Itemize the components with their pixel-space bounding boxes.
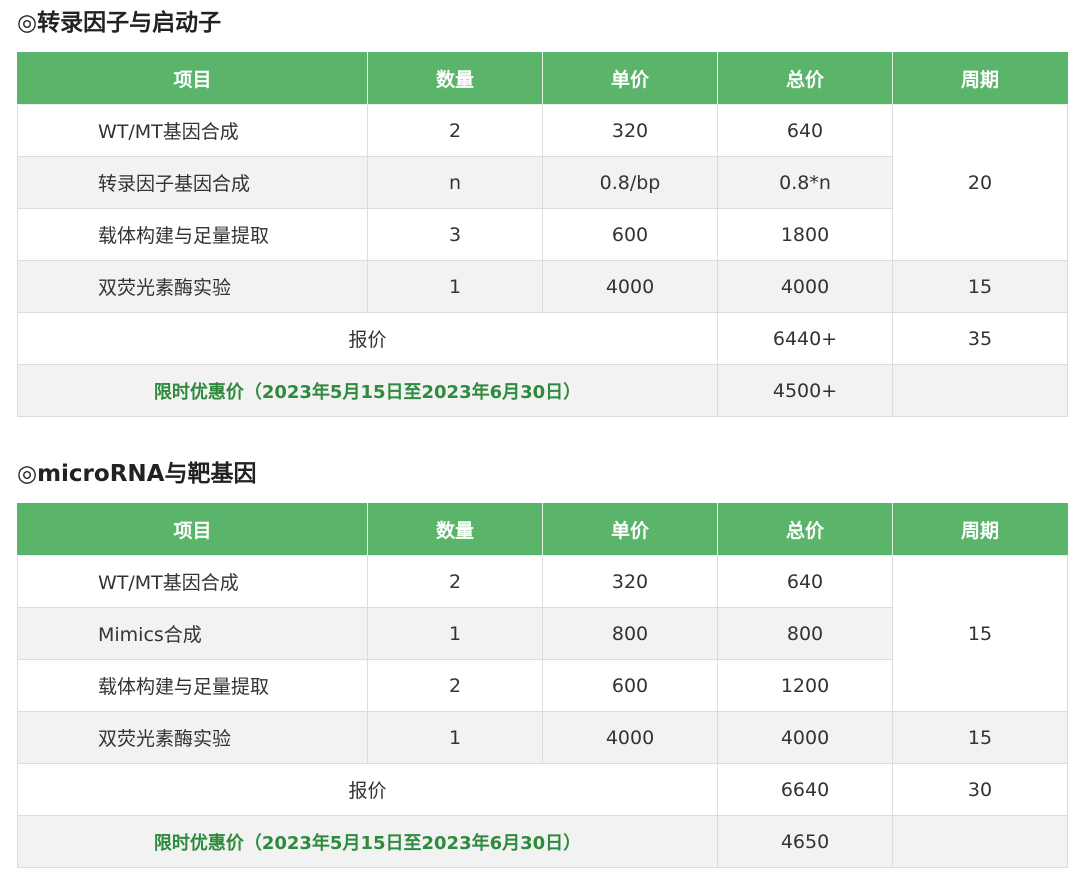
cycle-cell: 20 <box>892 104 1068 261</box>
section-title-microrna: ◎microRNA与靶基因 <box>17 461 257 487</box>
unit-price-cell: 600 <box>542 208 718 261</box>
table-row: 双荧光素酶实验 1 4000 4000 15 <box>17 260 1068 313</box>
cycle-cell: 15 <box>892 711 1068 764</box>
quantity-cell: 1 <box>367 711 543 764</box>
quote-total: 6640 <box>717 763 893 816</box>
table-header-row: 项目 数量 单价 总价 周期 <box>17 503 1068 556</box>
quantity-cell: 1 <box>367 607 543 660</box>
unit-price-cell: 4000 <box>542 260 718 313</box>
promo-row: 限时优惠价（2023年5月15日至2023年6月30日） 4500+ <box>17 364 1068 417</box>
table-row: WT/MT基因合成 2 320 640 20 <box>17 104 1068 261</box>
unit-price-cell: 800 <box>542 607 718 660</box>
quote-label: 报价 <box>17 763 718 816</box>
header-cycle: 周期 <box>892 52 1068 105</box>
item-cell: WT/MT基因合成 <box>17 555 368 608</box>
quantity-cell: 2 <box>367 659 543 712</box>
item-cell: Mimics合成 <box>17 607 368 660</box>
section-title-transcription-factor: ◎转录因子与启动子 <box>17 10 222 36</box>
table-header-row: 项目 数量 单价 总价 周期 <box>17 52 1068 105</box>
total-price-cell: 640 <box>717 104 893 157</box>
quantity-cell: 2 <box>367 104 543 157</box>
header-item: 项目 <box>17 52 368 105</box>
cycle-cell: 15 <box>892 555 1068 712</box>
cycle-cell: 15 <box>892 260 1068 313</box>
quantity-cell: n <box>367 156 543 209</box>
price-table-transcription-factor: 项目 数量 单价 总价 周期 WT/MT基因合成 2 320 640 20 转录… <box>17 52 1068 417</box>
quote-label: 报价 <box>17 312 718 365</box>
quote-total: 6440+ <box>717 312 893 365</box>
header-cycle: 周期 <box>892 503 1068 556</box>
header-total-price: 总价 <box>717 503 893 556</box>
table-row: 双荧光素酶实验 1 4000 4000 15 <box>17 711 1068 764</box>
unit-price-cell: 4000 <box>542 711 718 764</box>
header-unit-price: 单价 <box>542 52 718 105</box>
total-price-cell: 800 <box>717 607 893 660</box>
header-quantity: 数量 <box>367 52 543 105</box>
unit-price-cell: 320 <box>542 555 718 608</box>
item-cell: 载体构建与足量提取 <box>17 208 368 261</box>
item-cell: 载体构建与足量提取 <box>17 659 368 712</box>
promo-total: 4500+ <box>717 364 893 417</box>
quote-row: 报价 6640 30 <box>17 763 1068 816</box>
header-item: 项目 <box>17 503 368 556</box>
table-row: WT/MT基因合成 2 320 640 15 <box>17 555 1068 712</box>
unit-price-cell: 0.8/bp <box>542 156 718 209</box>
item-cell: WT/MT基因合成 <box>17 104 368 157</box>
quantity-cell: 1 <box>367 260 543 313</box>
promo-cycle <box>892 815 1068 868</box>
promo-cycle <box>892 364 1068 417</box>
total-price-cell: 4000 <box>717 711 893 764</box>
quantity-cell: 3 <box>367 208 543 261</box>
unit-price-cell: 600 <box>542 659 718 712</box>
quantity-cell: 2 <box>367 555 543 608</box>
header-unit-price: 单价 <box>542 503 718 556</box>
promo-total: 4650 <box>717 815 893 868</box>
total-price-cell: 1800 <box>717 208 893 261</box>
unit-price-cell: 320 <box>542 104 718 157</box>
header-quantity: 数量 <box>367 503 543 556</box>
promo-row: 限时优惠价（2023年5月15日至2023年6月30日） 4650 <box>17 815 1068 868</box>
total-price-cell: 1200 <box>717 659 893 712</box>
total-price-cell: 640 <box>717 555 893 608</box>
header-total-price: 总价 <box>717 52 893 105</box>
quote-cycle: 30 <box>892 763 1068 816</box>
item-cell: 双荧光素酶实验 <box>17 711 368 764</box>
total-price-cell: 4000 <box>717 260 893 313</box>
quote-row: 报价 6440+ 35 <box>17 312 1068 365</box>
promo-label: 限时优惠价（2023年5月15日至2023年6月30日） <box>17 364 718 417</box>
quote-cycle: 35 <box>892 312 1068 365</box>
total-price-cell: 0.8*n <box>717 156 893 209</box>
item-cell: 转录因子基因合成 <box>17 156 368 209</box>
promo-label: 限时优惠价（2023年5月15日至2023年6月30日） <box>17 815 718 868</box>
price-table-microrna: 项目 数量 单价 总价 周期 WT/MT基因合成 2 320 640 15 Mi… <box>17 503 1068 868</box>
item-cell: 双荧光素酶实验 <box>17 260 368 313</box>
